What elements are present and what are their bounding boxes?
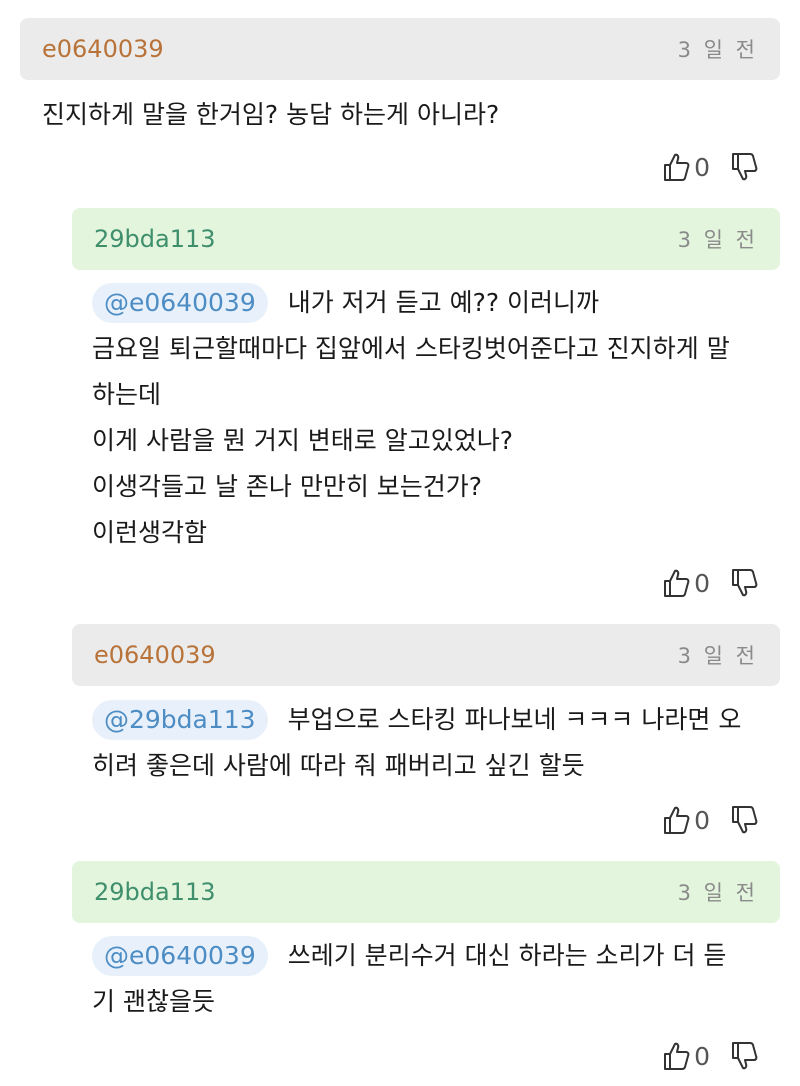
comment-author[interactable]: e0640039 [94, 641, 216, 669]
mention-chip[interactable]: @29bda113 [92, 700, 268, 740]
mention-chip[interactable]: @e0640039 [92, 936, 268, 976]
comment-reactions: 0 [662, 563, 758, 603]
mention-chip[interactable]: @e0640039 [92, 283, 268, 323]
dislike-button[interactable] [730, 805, 758, 835]
comment-header: 29bda113 3 일 전 [72, 861, 780, 923]
comment-timestamp: 3 일 전 [677, 38, 758, 62]
thumbs-up-icon [662, 568, 690, 598]
comment-line: 히려 좋은데 사람에 따라 줘 패버리고 싶긴 할듯 [92, 751, 585, 780]
comment-timestamp: 3 일 전 [677, 228, 758, 252]
comment-line: 기 괜찮을듯 [92, 987, 215, 1016]
like-button[interactable]: 0 [662, 1041, 720, 1071]
comment-author[interactable]: e0640039 [42, 35, 164, 63]
like-count: 0 [694, 568, 710, 598]
thumbs-up-icon [662, 805, 690, 835]
like-count: 0 [694, 1041, 710, 1071]
comment-header: e0640039 3 일 전 [72, 624, 780, 686]
dislike-button[interactable] [730, 568, 758, 598]
comment-reactions: 0 [662, 147, 758, 187]
comment-line: 부업으로 스타킹 파나보네 ㅋㅋㅋ 나라면 오 [287, 705, 742, 734]
comment-header: e0640039 3 일 전 [20, 18, 780, 80]
comment-timestamp: 3 일 전 [677, 881, 758, 905]
comment-body: @e0640039 내가 저거 듣고 예?? 이러니까 금요일 퇴근할때마다 집앞… [92, 280, 782, 556]
like-button[interactable]: 0 [662, 152, 720, 182]
comment-line: 금요일 퇴근할때마다 집앞에서 스타킹벗어준다고 진지하게 말 [92, 334, 730, 363]
comment-timestamp: 3 일 전 [677, 644, 758, 668]
comment-header: 29bda113 3 일 전 [72, 208, 780, 270]
thumbs-down-icon [730, 805, 758, 835]
thumbs-down-icon [730, 1041, 758, 1071]
like-button[interactable]: 0 [662, 568, 720, 598]
comment-line: 내가 저거 듣고 예?? 이러니까 [287, 288, 600, 317]
comment-line: 쓰레기 분리수거 대신 하라는 소리가 더 듣 [287, 941, 727, 970]
thumbs-down-icon [730, 152, 758, 182]
comment-line: 이런생각함 [92, 518, 208, 547]
comment-body: 진지하게 말을 한거임? 농담 하는게 아니라? [42, 92, 762, 138]
thumbs-up-icon [662, 152, 690, 182]
comment-reactions: 0 [662, 1036, 758, 1076]
comment-line: 이생각들고 날 존나 만만히 보는건가? [92, 472, 483, 501]
like-count: 0 [694, 152, 710, 182]
comment-line: 진지하게 말을 한거임? 농담 하는게 아니라? [42, 100, 500, 129]
thumbs-down-icon [730, 568, 758, 598]
comment-author[interactable]: 29bda113 [94, 225, 216, 253]
comment-reactions: 0 [662, 800, 758, 840]
dislike-button[interactable] [730, 152, 758, 182]
comment-line: 이게 사람을 뭔 거지 변태로 알고있었나? [92, 426, 514, 455]
like-count: 0 [694, 805, 710, 835]
comment-line: 하는데 [92, 380, 162, 409]
dislike-button[interactable] [730, 1041, 758, 1071]
thumbs-up-icon [662, 1041, 690, 1071]
comment-body: @29bda113 부업으로 스타킹 파나보네 ㅋㅋㅋ 나라면 오 히려 좋은데 … [92, 697, 782, 789]
comment-author[interactable]: 29bda113 [94, 878, 216, 906]
comment-body: @e0640039 쓰레기 분리수거 대신 하라는 소리가 더 듣 기 괜찮을듯 [92, 933, 782, 1025]
like-button[interactable]: 0 [662, 805, 720, 835]
